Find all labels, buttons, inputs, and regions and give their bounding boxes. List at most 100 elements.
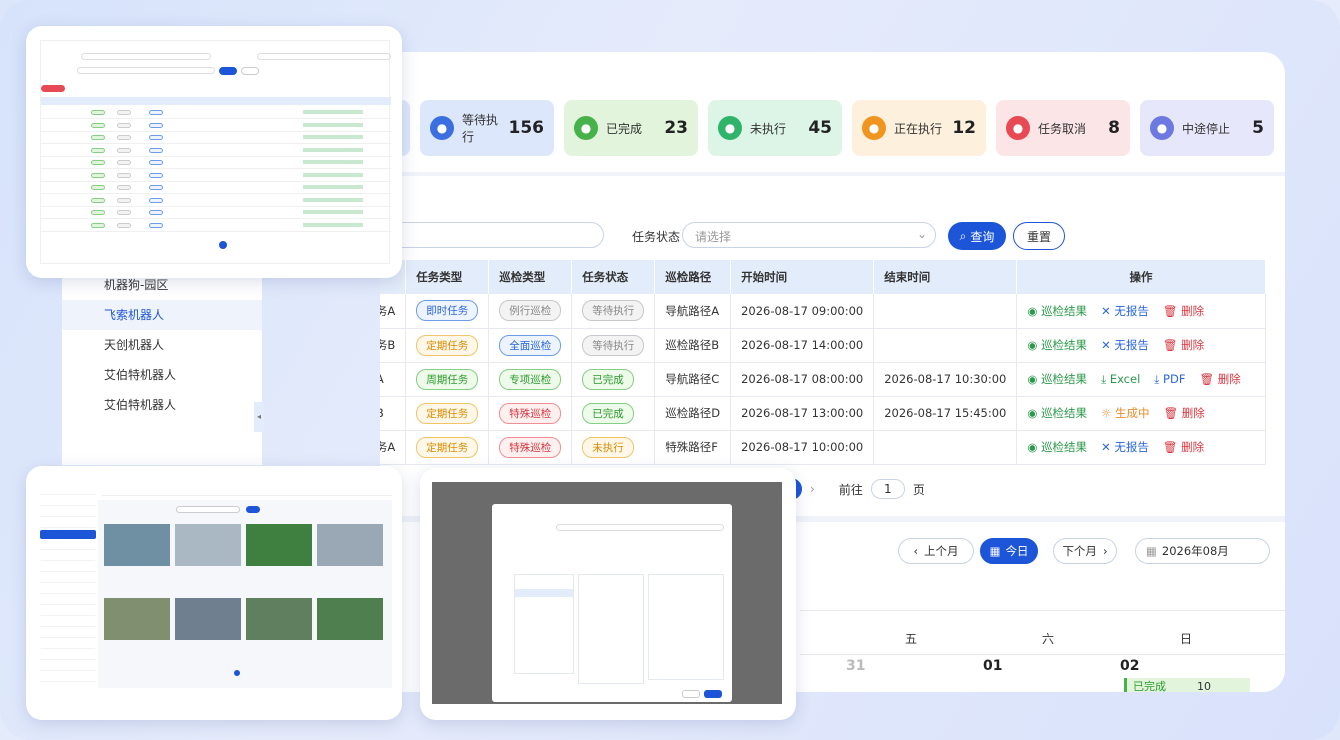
table-row[interactable]: 1等待执行任务A即时任务例行巡检等待执行导航路径A2026-08-17 09:0… bbox=[380, 294, 1266, 329]
patrol-type-badge: 特殊巡检 bbox=[499, 402, 562, 424]
status-badge: 已完成 bbox=[582, 402, 634, 424]
row-action-0[interactable]: ◉ 巡检结果 bbox=[1027, 440, 1087, 454]
row-action-0[interactable]: ◉ 巡检结果 bbox=[1027, 372, 1087, 386]
mini-nav-item bbox=[40, 618, 96, 627]
row-action-1[interactable]: ✕ 无报告 bbox=[1101, 338, 1149, 352]
query-button[interactable]: ⌕ 查询 bbox=[948, 222, 1006, 250]
row-action-0[interactable]: ◉ 巡检结果 bbox=[1027, 338, 1087, 352]
chevron-right-icon[interactable]: › bbox=[810, 482, 815, 496]
stat-value: 45 bbox=[808, 118, 832, 138]
calendar-event[interactable]: 已完成 10 bbox=[1124, 678, 1250, 692]
status-label: 任务状态 bbox=[632, 230, 681, 244]
next-month-button[interactable]: 下个月 › bbox=[1053, 538, 1117, 564]
column-header: 任务状态 bbox=[571, 260, 656, 294]
row-action-2[interactable]: 🗑 删除 bbox=[1163, 440, 1204, 454]
stat-card[interactable]: ● 已完成 23 bbox=[564, 100, 698, 156]
action-label: 巡检结果 bbox=[1041, 440, 1088, 454]
patrol-path: 导航路径A bbox=[654, 294, 732, 329]
mini-map-card bbox=[175, 598, 241, 640]
sidebar-item[interactable]: 艾伯特机器人 bbox=[62, 390, 262, 420]
day-cell[interactable]: 02 bbox=[1120, 658, 1139, 674]
sidebar-item[interactable]: 飞索机器人 bbox=[62, 300, 262, 330]
mini-list-item bbox=[515, 589, 573, 597]
row-action-2[interactable]: ⤓ PDF bbox=[1154, 372, 1185, 386]
mini-map-card bbox=[175, 524, 241, 566]
prev-label: 上个月 bbox=[924, 544, 959, 558]
sidebar-item[interactable]: 天创机器人 bbox=[62, 330, 262, 360]
today-button[interactable]: ▦ 今日 bbox=[980, 538, 1038, 564]
row-action-2[interactable]: 🗑 删除 bbox=[1163, 304, 1204, 318]
day-cell[interactable]: 01 bbox=[983, 658, 1002, 674]
mini-nav-item bbox=[40, 541, 96, 550]
end-time: 2026-08-17 15:45:00 bbox=[873, 396, 1018, 431]
action-icon: 🗑 bbox=[1162, 338, 1178, 352]
mini-nav-item bbox=[40, 508, 96, 517]
stat-card[interactable]: ● 中途停止 5 bbox=[1140, 100, 1274, 156]
column-header: 开始时间 bbox=[730, 260, 875, 294]
stat-card[interactable]: ● 等待执行 156 bbox=[420, 100, 554, 156]
action-icon: 🗑 bbox=[1162, 440, 1178, 454]
prev-month-button[interactable]: ‹ 上个月 bbox=[898, 538, 974, 564]
action-icon: ◉ bbox=[1027, 440, 1038, 454]
mini-nav bbox=[40, 484, 96, 694]
collapse-handle[interactable]: ◂ bbox=[254, 402, 264, 432]
task-type-badge: 定期任务 bbox=[416, 402, 479, 424]
action-label: 删除 bbox=[1181, 406, 1205, 420]
stat-card[interactable]: ● 未执行 45 bbox=[708, 100, 842, 156]
action-icon: ◉ bbox=[1027, 303, 1038, 318]
task-type-badge: 定期任务 bbox=[416, 436, 479, 458]
status-select[interactable]: 请选择 ⌄ bbox=[682, 222, 936, 248]
mini-row bbox=[41, 220, 391, 232]
column-header: 结束时间 bbox=[873, 260, 1018, 294]
action-label: Excel bbox=[1109, 372, 1141, 386]
stat-card[interactable]: ● 任务取消 8 bbox=[996, 100, 1130, 156]
row-action-1[interactable]: ☼ 生成中 bbox=[1101, 406, 1149, 420]
row-action-0[interactable]: ◉ 巡检结果 bbox=[1027, 304, 1087, 318]
mini-map-card bbox=[246, 524, 312, 566]
task-name-input[interactable] bbox=[380, 222, 604, 248]
stat-value: 23 bbox=[664, 118, 688, 138]
stat-card[interactable]: ● 正在执行 12 bbox=[852, 100, 986, 156]
patrol-type-badge: 例行巡检 bbox=[499, 300, 562, 322]
row-action-2[interactable]: 🗑 删除 bbox=[1164, 406, 1205, 420]
row-action-1[interactable]: ⤓ Excel bbox=[1101, 372, 1140, 386]
reset-button[interactable]: 重置 bbox=[1013, 222, 1065, 250]
patrol-path: 巡检路径B bbox=[654, 328, 732, 363]
mini-map-card bbox=[317, 524, 383, 566]
thumbnail-task-list bbox=[26, 26, 402, 278]
status-badge: 未执行 bbox=[582, 436, 634, 458]
table-row[interactable]: 4已完成任务B定期任务特殊巡检已完成巡检路径D2026-08-17 13:00:… bbox=[380, 396, 1266, 431]
row-actions: ◉ 巡检结果 ✕ 无报告 🗑 删除 bbox=[1016, 430, 1266, 465]
mini-query bbox=[219, 67, 237, 75]
start-time: 2026-08-17 13:00:00 bbox=[730, 396, 875, 431]
reset-label: 重置 bbox=[1026, 229, 1051, 244]
action-icon: ◉ bbox=[1027, 338, 1038, 352]
today-label: 今日 bbox=[1005, 544, 1029, 558]
row-actions: ◉ 巡检结果 ⤓ Excel ⤓ PDF 🗑 删除 bbox=[1016, 362, 1266, 397]
table-row[interactable]: 3已完成任务A周期任务专项巡检已完成导航路径C2026-08-17 08:00:… bbox=[380, 362, 1266, 397]
mini-reset bbox=[241, 67, 259, 75]
mini-row bbox=[41, 157, 391, 169]
task-type-badge: 周期任务 bbox=[416, 368, 479, 390]
day-cell[interactable]: 31 bbox=[846, 658, 865, 674]
row-action-3[interactable]: 🗑 删除 bbox=[1199, 372, 1240, 386]
month-picker[interactable]: ▦ 2026年08月 bbox=[1135, 538, 1270, 564]
action-icon: 🗑 bbox=[1163, 406, 1179, 420]
action-label: 巡检结果 bbox=[1041, 303, 1088, 318]
weekday-sun: 日 bbox=[1180, 632, 1193, 646]
start-time: 2026-08-17 10:00:00 bbox=[730, 430, 875, 465]
end-time: 2026-08-17 10:30:00 bbox=[873, 362, 1018, 397]
mini-tabs bbox=[102, 488, 392, 496]
page-input[interactable]: 1 bbox=[870, 479, 905, 499]
row-action-2[interactable]: 🗑 删除 bbox=[1163, 338, 1204, 352]
table-row[interactable]: 5特殊巡检任务A定期任务特殊巡检未执行特殊路径F2026-08-17 10:00… bbox=[380, 430, 1266, 465]
next-label: 下个月 bbox=[1062, 544, 1097, 558]
task-name: 特殊巡检任务A bbox=[380, 430, 407, 465]
calendar-icon: ▦ bbox=[1146, 544, 1157, 558]
row-action-1[interactable]: ✕ 无报告 bbox=[1101, 304, 1149, 318]
row-action-1[interactable]: ✕ 无报告 bbox=[1101, 440, 1149, 454]
sidebar-item[interactable]: 艾伯特机器人 bbox=[62, 360, 262, 390]
task-name: 等待执行任务A bbox=[380, 294, 407, 329]
row-action-0[interactable]: ◉ 巡检结果 bbox=[1027, 406, 1087, 420]
table-row[interactable]: 2等待执行任务B定期任务全面巡检等待执行巡检路径B2026-08-17 14:0… bbox=[380, 328, 1266, 363]
